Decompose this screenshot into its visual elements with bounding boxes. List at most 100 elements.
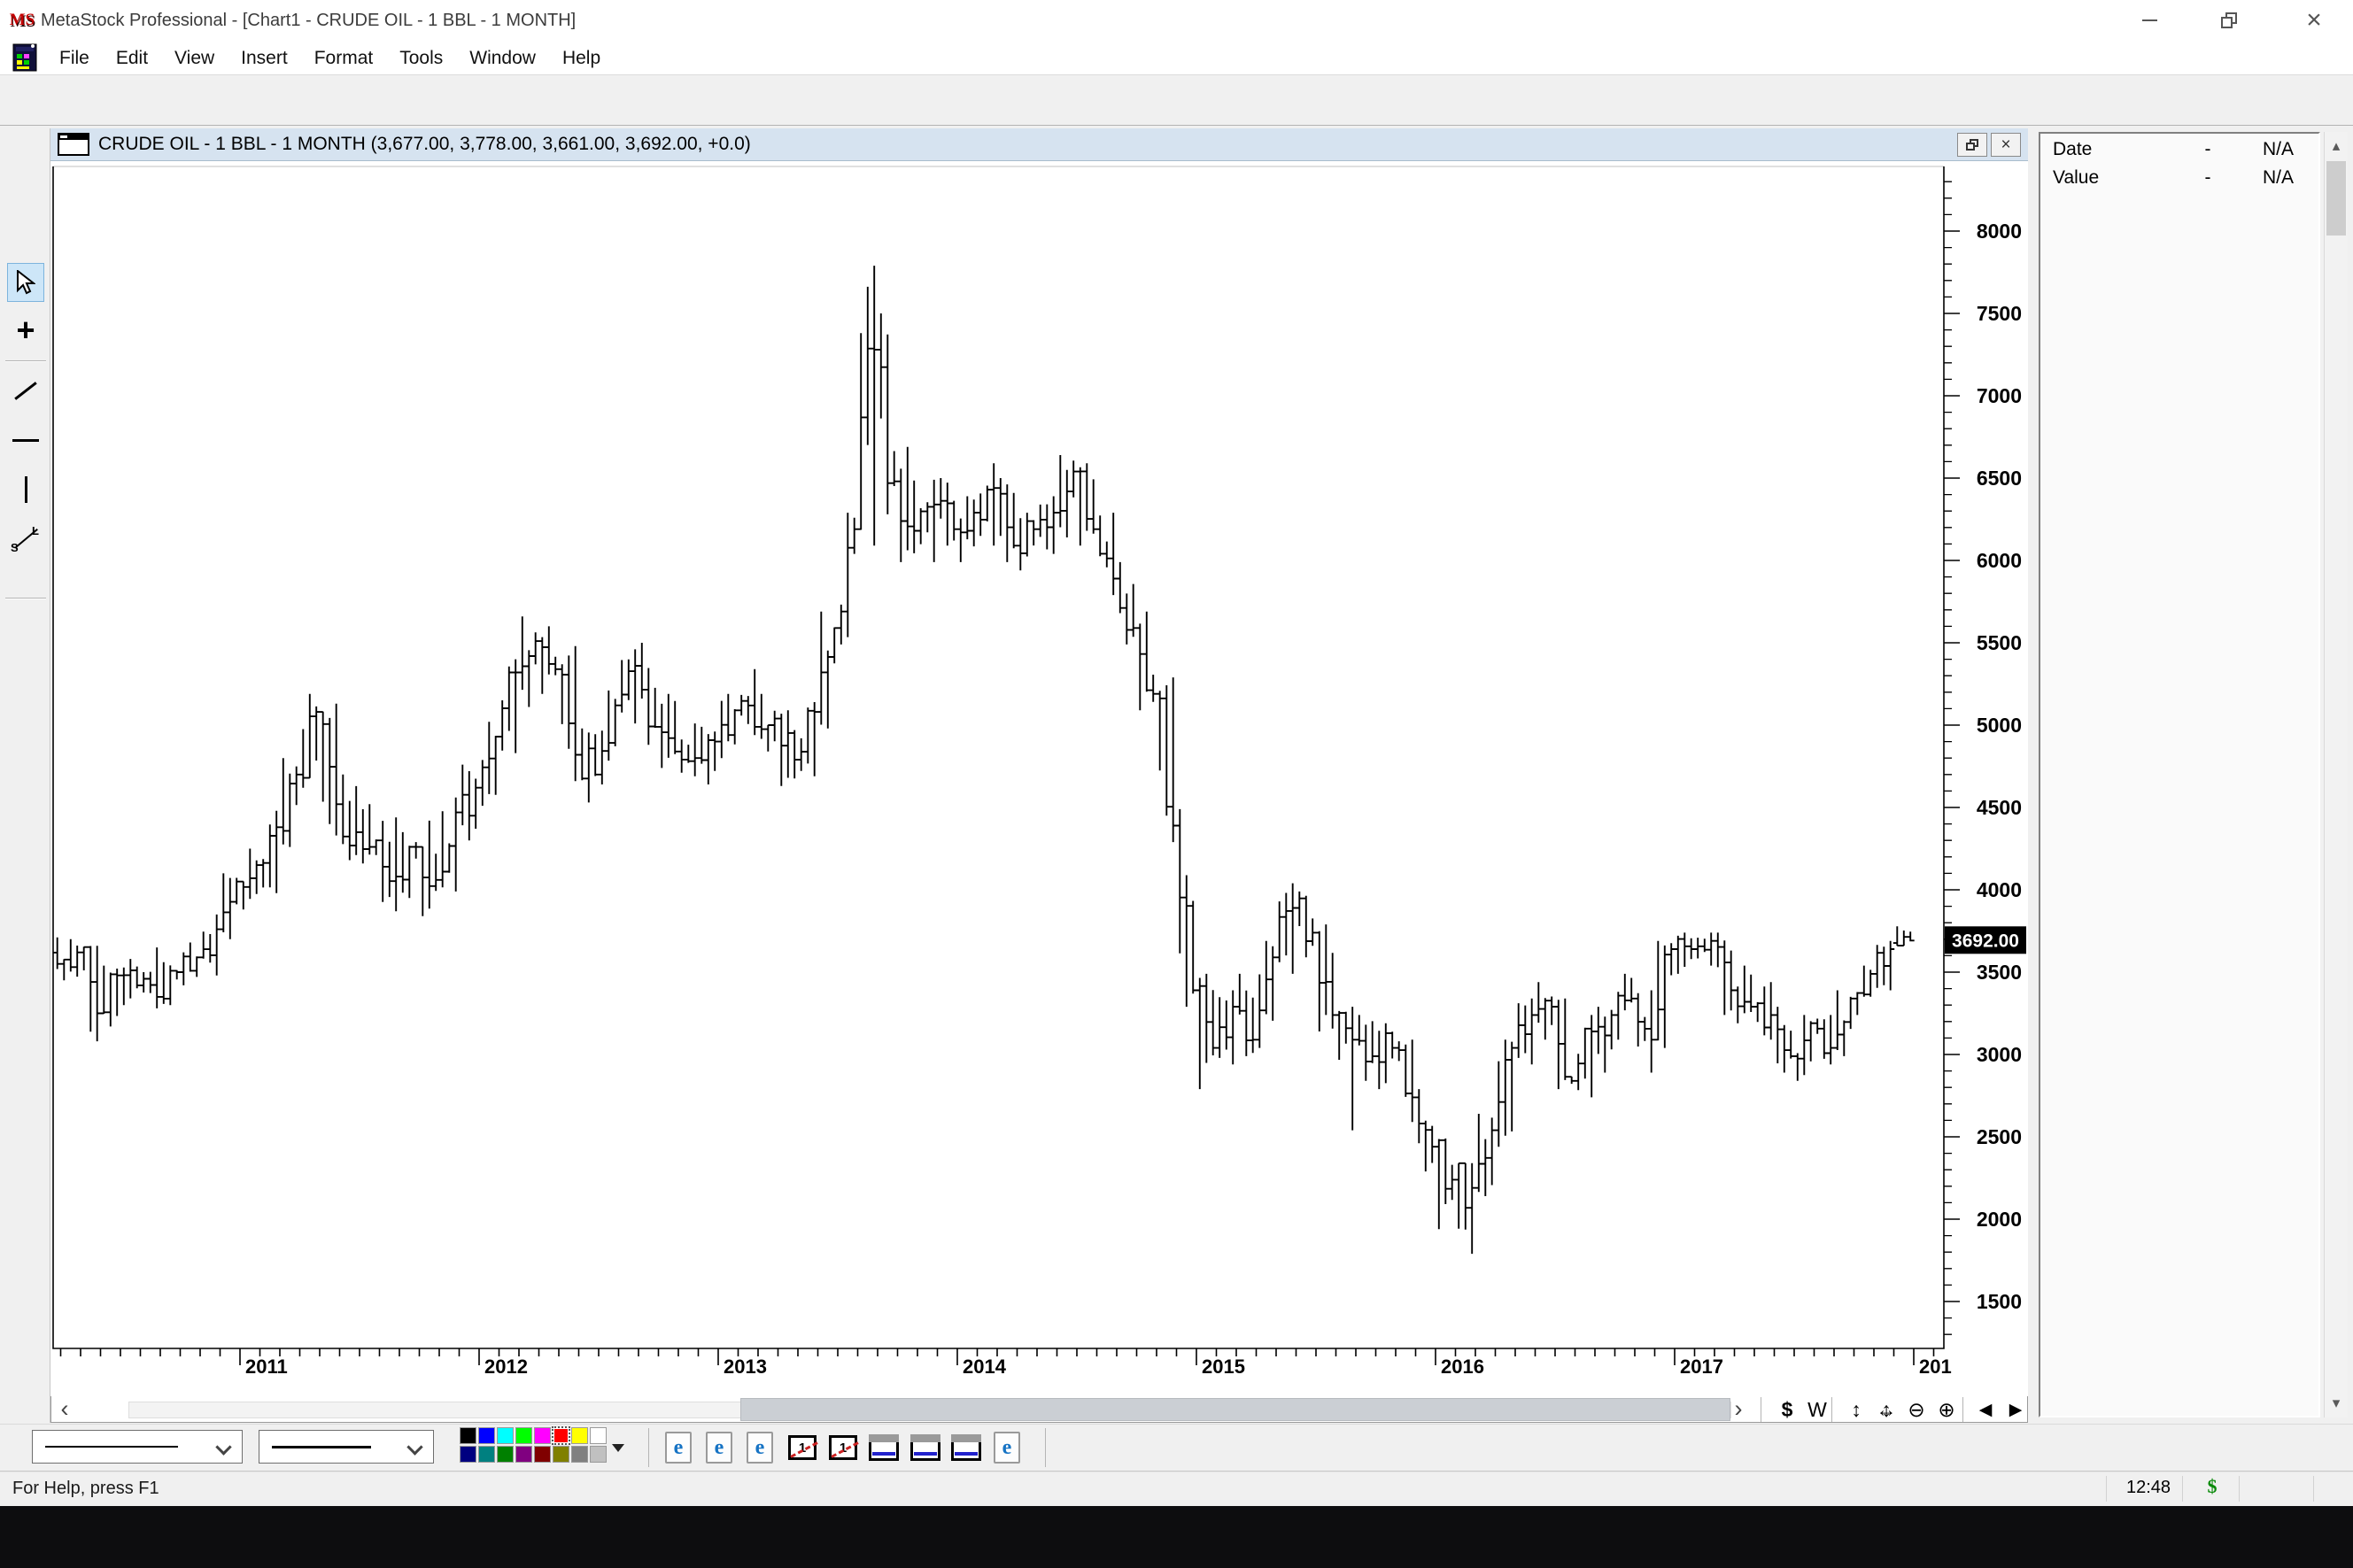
scroll-right-button[interactable]: ▶	[2001, 1396, 2030, 1423]
svg-text:2014: 2014	[963, 1356, 1007, 1378]
scale-button[interactable]: 1	[786, 1430, 818, 1465]
color-swatch[interactable]	[478, 1446, 495, 1463]
trendline-tool[interactable]	[7, 371, 44, 410]
refresh-data-button[interactable]: $	[1773, 1396, 1801, 1423]
inner-window-button[interactable]	[868, 1430, 900, 1465]
close-icon: ×	[2306, 5, 2322, 35]
scroll-up-button[interactable]: ▴	[2326, 135, 2346, 158]
menu-tools[interactable]: Tools	[386, 42, 456, 75]
expert-note-button[interactable]: e	[703, 1430, 735, 1465]
svg-text:201: 201	[1919, 1356, 1952, 1378]
svg-text:2013: 2013	[724, 1356, 767, 1378]
svg-text:3692.00: 3692.00	[1952, 931, 2019, 951]
chart-title: CRUDE OIL - 1 BBL - 1 MONTH (3,677.00, 3…	[98, 134, 751, 155]
color-swatch[interactable]	[571, 1446, 588, 1463]
color-swatch[interactable]	[534, 1427, 551, 1444]
color-swatch[interactable]	[515, 1446, 532, 1463]
chart-close-icon: ×	[2001, 135, 2010, 155]
zoom-in-icon: ⊕	[1938, 1398, 1954, 1422]
status-divider	[2313, 1476, 2314, 1502]
zoom-out-button[interactable]: ⊖	[1902, 1396, 1931, 1423]
inner-window-icon	[869, 1434, 899, 1461]
color-swatch[interactable]	[460, 1446, 476, 1463]
pointer-icon	[16, 270, 35, 295]
zoom-in-button[interactable]: ⊕	[1932, 1396, 1961, 1423]
inner-window-button[interactable]	[909, 1430, 941, 1465]
svg-text:6000: 6000	[1977, 549, 2022, 572]
svg-text:2011: 2011	[245, 1356, 288, 1378]
menu-edit[interactable]: Edit	[103, 42, 161, 75]
menu-help[interactable]: Help	[549, 42, 614, 75]
scroll-down-button[interactable]: ▾	[2326, 1392, 2346, 1415]
close-button[interactable]: ×	[2288, 0, 2340, 41]
chart-window-icon	[58, 133, 89, 156]
horizontal-line-tool[interactable]	[7, 421, 44, 460]
weekly-periodicity-button[interactable]: W	[1803, 1396, 1831, 1423]
color-swatch[interactable]	[497, 1427, 514, 1444]
color-swatch[interactable]	[460, 1427, 476, 1444]
color-swatch[interactable]	[571, 1427, 588, 1444]
expert-note-button[interactable]: e	[662, 1430, 694, 1465]
color-swatch[interactable]	[590, 1446, 607, 1463]
window-title: MetaStock Professional - [Chart1 - CRUDE…	[41, 0, 576, 42]
restore-button[interactable]	[2203, 0, 2255, 41]
date-label: Date	[2053, 139, 2159, 160]
expert-note-button[interactable]: e	[744, 1430, 776, 1465]
menu-insert[interactable]: Insert	[228, 42, 301, 75]
inner-window-button[interactable]	[950, 1430, 982, 1465]
fit-vertical-button[interactable]: ↕	[1842, 1396, 1870, 1423]
color-swatch[interactable]	[590, 1427, 607, 1444]
expert-note-icon: e	[665, 1432, 692, 1464]
color-swatch[interactable]	[515, 1427, 532, 1444]
chart-close-button[interactable]: ×	[1991, 133, 2021, 157]
crosshair-tool[interactable]: +	[7, 311, 44, 350]
color-swatch[interactable]	[553, 1427, 569, 1444]
menu-file[interactable]: File	[46, 42, 103, 75]
date-dash: -	[2159, 139, 2256, 160]
palette-expand-button[interactable]	[609, 1436, 627, 1459]
svg-text:2016: 2016	[1441, 1356, 1484, 1378]
chart-window-title-bar[interactable]: CRUDE OIL - 1 BBL - 1 MONTH (3,677.00, 3…	[50, 128, 2028, 161]
inner-window-icon	[910, 1434, 940, 1461]
scroll-left-edge-button[interactable]: ‹	[51, 1394, 78, 1423]
chart-scrollbar-thumb[interactable]	[740, 1398, 1730, 1421]
pan-chart-button[interactable]: ↔ ↕	[1872, 1396, 1900, 1423]
refresh-dollar-icon: $	[1782, 1398, 1793, 1422]
trend-sl-tool[interactable]: S L	[7, 520, 44, 559]
status-divider	[2106, 1476, 2107, 1502]
arrow-left-icon: ◀	[1979, 1400, 1993, 1420]
pan-icon: ↔ ↕	[1875, 1398, 1898, 1421]
status-divider	[2182, 1476, 2183, 1502]
scroll-right-edge-button[interactable]: ›	[1725, 1394, 1752, 1423]
minimize-icon	[2142, 19, 2157, 21]
pointer-tool[interactable]	[7, 263, 44, 302]
svg-text:2500: 2500	[1977, 1125, 2022, 1148]
expert-note-button[interactable]: e	[991, 1430, 1023, 1465]
color-swatch[interactable]	[497, 1446, 514, 1463]
color-swatch[interactable]	[478, 1427, 495, 1444]
minimize-button[interactable]	[2124, 0, 2175, 41]
menu-format[interactable]: Format	[301, 42, 387, 75]
svg-text:2012: 2012	[484, 1356, 528, 1378]
status-help-text: For Help, press F1	[12, 1479, 159, 1499]
scroll-left-button[interactable]: ◀	[1971, 1396, 2000, 1423]
svg-text:5000: 5000	[1977, 714, 2022, 737]
menu-view[interactable]: View	[161, 42, 228, 75]
chevron-left-icon: ‹	[61, 1395, 69, 1423]
scale-button[interactable]: 1	[827, 1430, 859, 1465]
color-swatch[interactable]	[553, 1446, 569, 1463]
data-panel-row: Date - N/A	[2040, 134, 2318, 162]
main-toolbar: ✂ Moving Average ƒ(x) $	[0, 75, 2353, 126]
menu-window[interactable]: Window	[456, 42, 549, 75]
svg-text:2000: 2000	[1977, 1208, 2022, 1231]
data-panel-content: Date - N/A Value - N/A	[2039, 132, 2320, 1417]
vertical-line-tool[interactable]	[7, 470, 44, 509]
color-swatch[interactable]	[534, 1446, 551, 1463]
data-panel-scroll-thumb[interactable]	[2326, 161, 2346, 236]
data-panel-scrollbar[interactable]	[2324, 132, 2348, 1417]
price-chart[interactable]: 8000750070006500600055005000450040003500…	[50, 161, 2028, 1396]
chart-restore-button[interactable]	[1957, 133, 1987, 157]
nav-separator	[1831, 1397, 1832, 1422]
line-style-select[interactable]	[32, 1430, 243, 1464]
line-weight-select[interactable]	[259, 1430, 434, 1464]
